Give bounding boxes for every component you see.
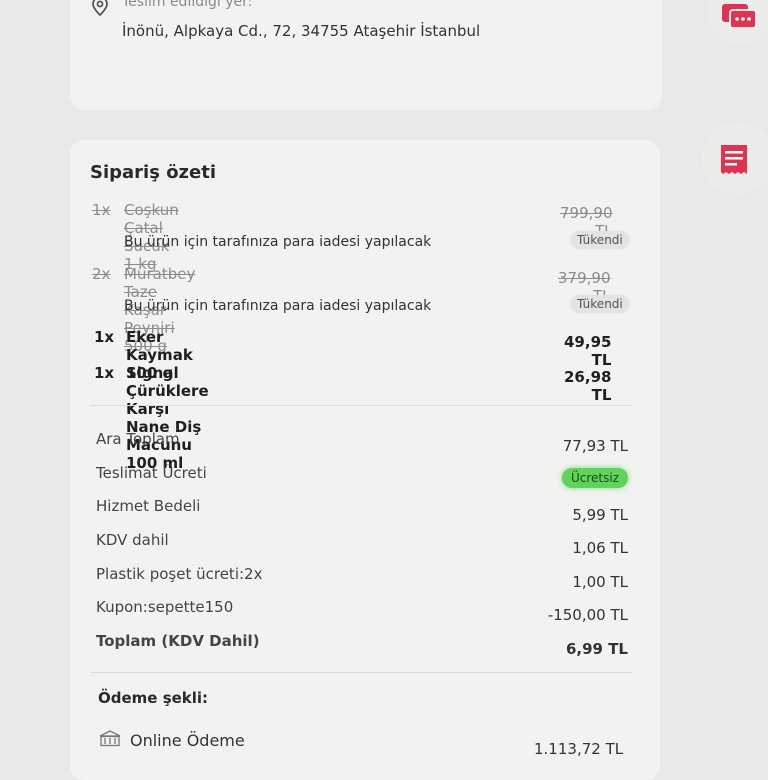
item-price: 49,95 TL [564, 333, 612, 369]
divider [90, 672, 632, 673]
bank-icon [99, 730, 121, 747]
chat-icon [722, 4, 757, 29]
item-quantity: 2x [92, 265, 111, 283]
divider [90, 405, 632, 406]
total-label: Toplam (KDV Dahil) [96, 632, 260, 650]
item-name: Signal Çürüklere Karşı Nane Diş Macunu 1… [126, 364, 209, 472]
item-quantity: 1x [92, 201, 111, 219]
coupon-label: Kupon:sepette150 [96, 598, 234, 616]
payment-method: Online Ödeme [130, 731, 245, 750]
free-delivery-badge: Ücretsiz [562, 468, 629, 488]
coupon-value: -150,00 TL [547, 606, 628, 624]
location-pin-icon [92, 0, 108, 16]
order-summary-title: Sipariş özeti [90, 162, 217, 183]
plastic-bag-value: 1,00 TL [572, 573, 628, 591]
invoice-button[interactable] [702, 122, 768, 194]
vat-label: KDV dahil [96, 531, 169, 549]
out-of-stock-badge: Tükendi [570, 231, 630, 249]
service-fee-value: 5,99 TL [572, 506, 628, 524]
invoice-icon [721, 145, 747, 174]
total-value: 6,99 TL [565, 640, 628, 658]
subtotal-label: Ara Toplam [96, 430, 180, 448]
item-quantity: 1x [94, 328, 115, 346]
payment-title: Ödeme şekli: [98, 689, 209, 707]
service-fee-label: Hizmet Bedeli [96, 497, 201, 515]
delivery-address: İnönü, Alpkaya Cd., 72, 34755 Ataşehir İ… [122, 22, 481, 40]
delivery-label: Teslim edildiği yer: [122, 0, 253, 10]
refund-note: Bu ürün için tarafınıza para iadesi yapı… [124, 298, 432, 314]
out-of-stock-badge: Tükendi [570, 295, 630, 313]
payment-amount: 1.113,72 TL [534, 740, 624, 758]
item-quantity: 1x [94, 364, 115, 382]
delivery-fee-label: Teslimat Ücreti [96, 464, 207, 482]
chat-button[interactable] [708, 0, 768, 44]
vat-value: 1,06 TL [572, 539, 628, 557]
delivery-card [70, 0, 662, 110]
plastic-bag-label: Plastik poşet ücreti:2x [96, 565, 263, 583]
refund-note: Bu ürün için tarafınıza para iadesi yapı… [124, 234, 432, 250]
subtotal-value: 77,93 TL [562, 437, 628, 455]
item-price: 26,98 TL [564, 368, 612, 404]
